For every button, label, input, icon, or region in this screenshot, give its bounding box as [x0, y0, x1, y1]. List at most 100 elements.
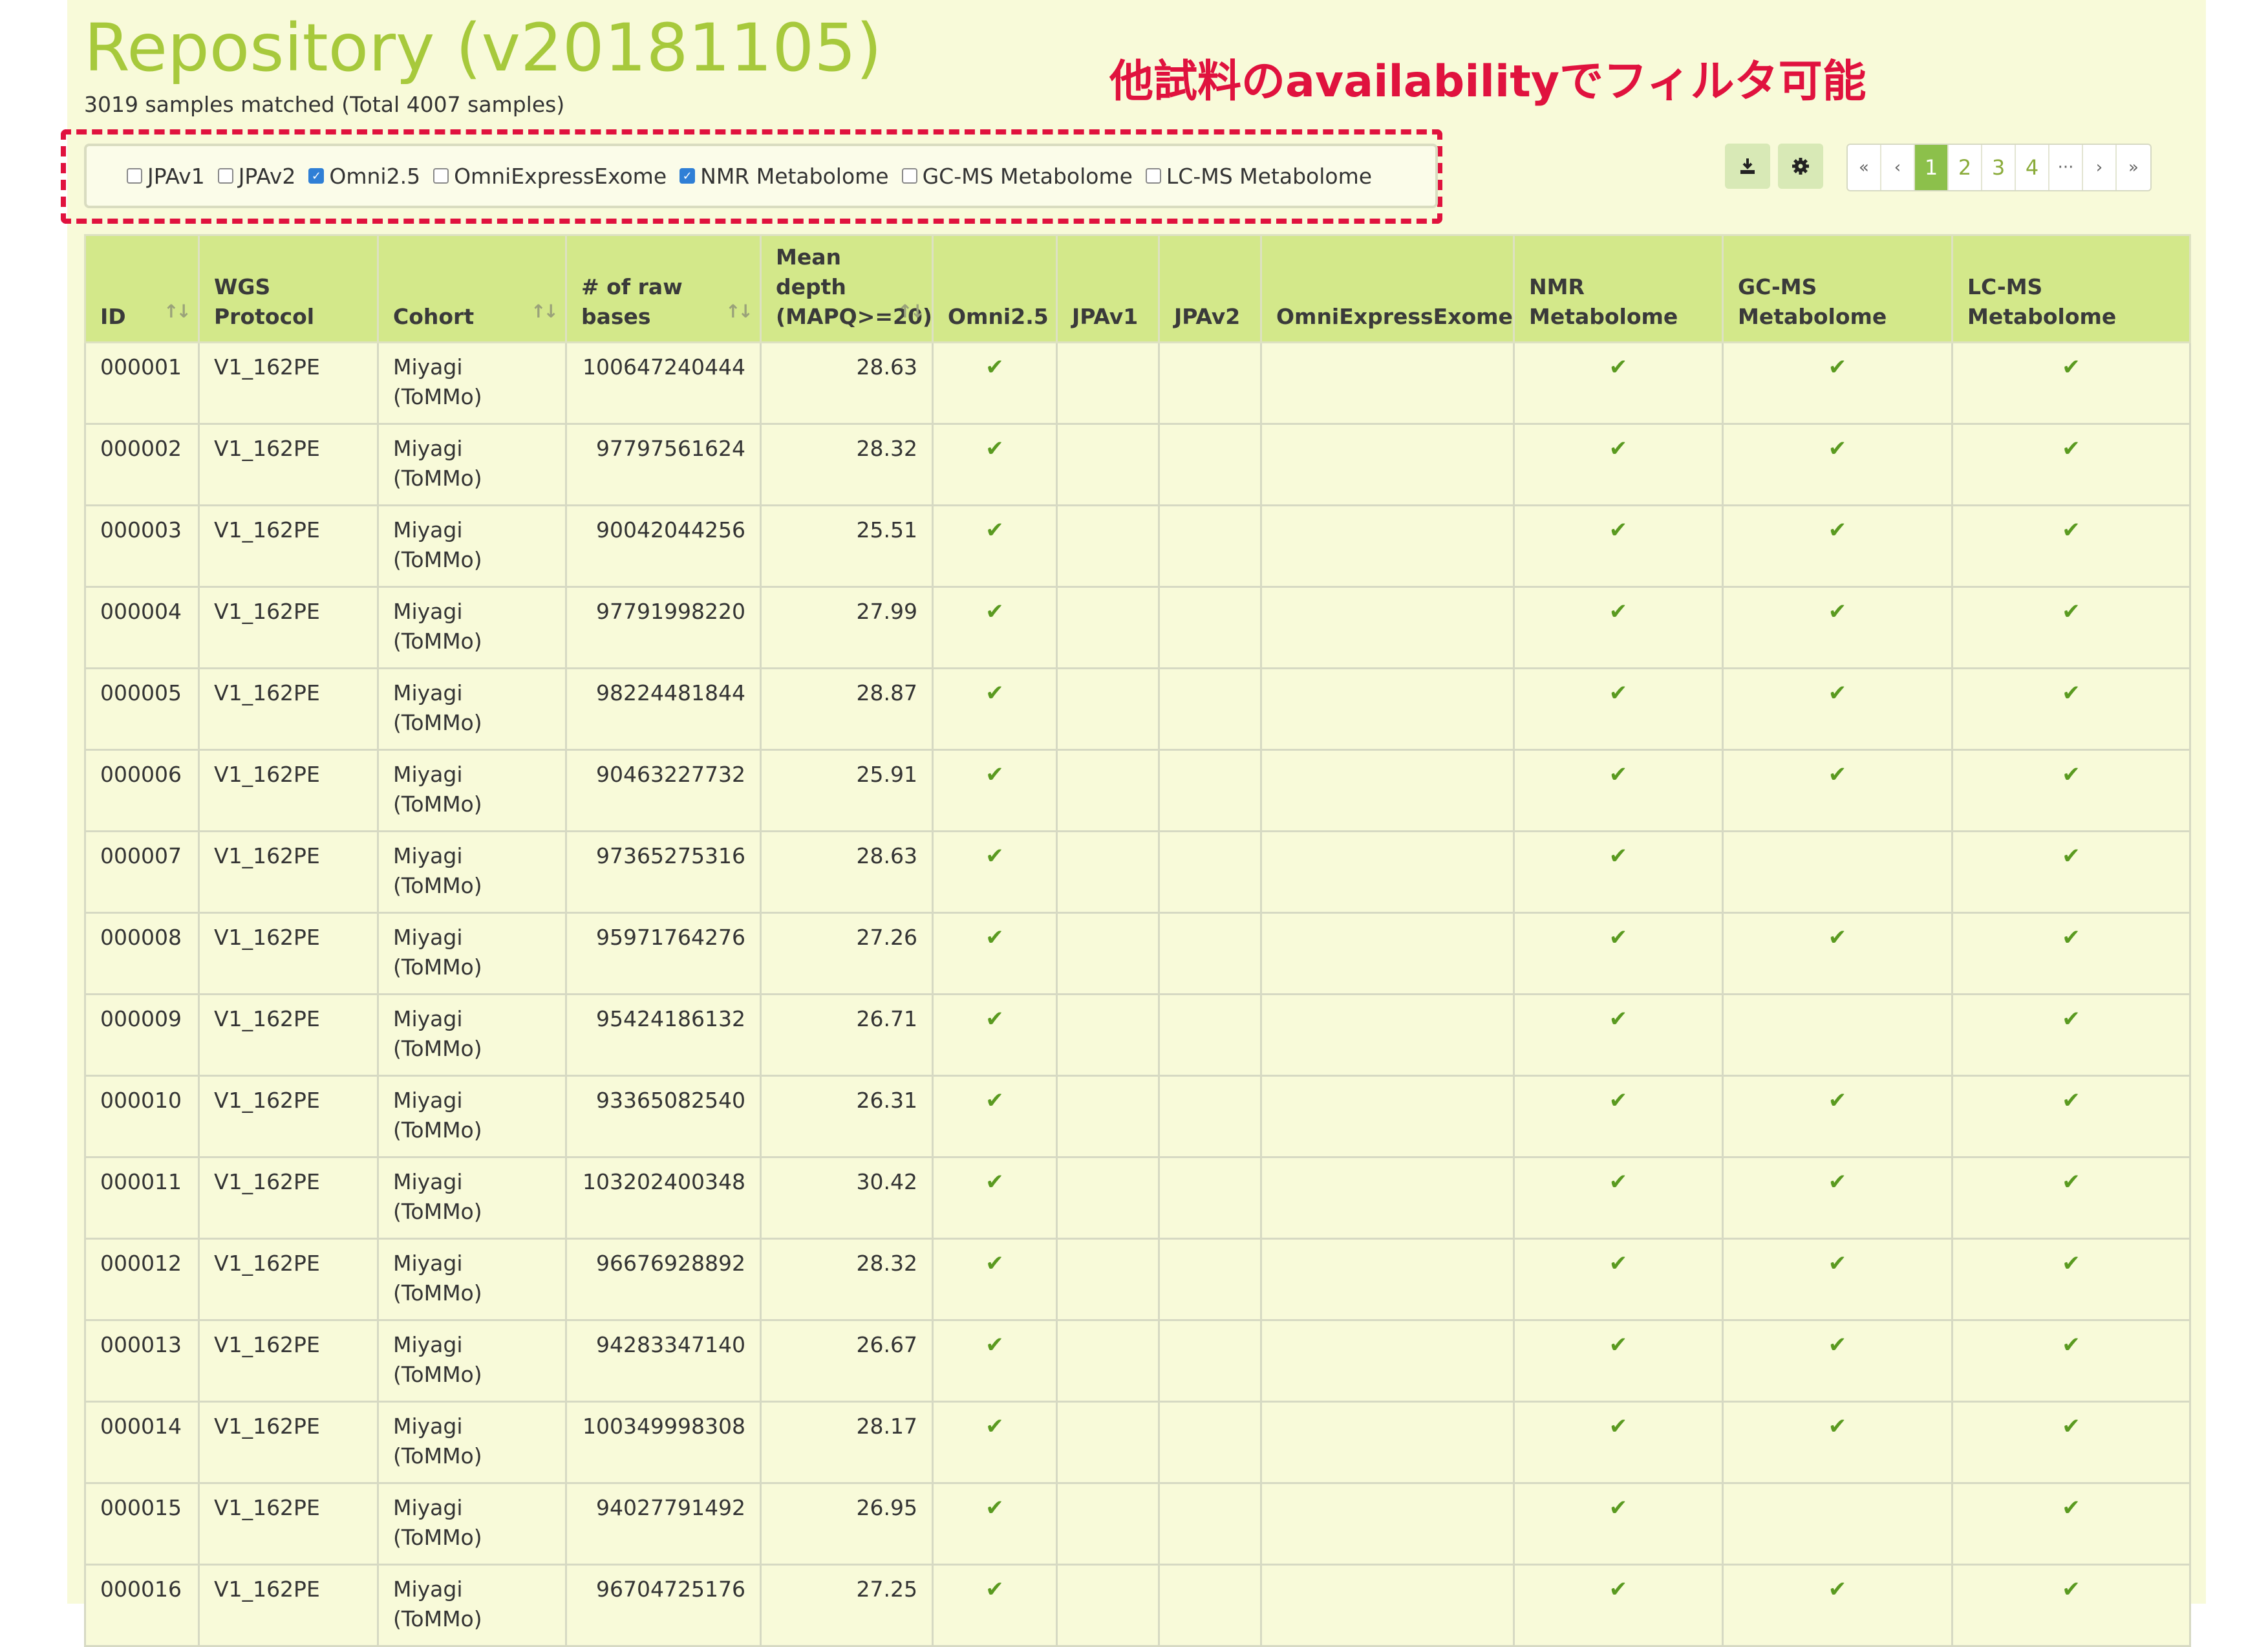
availability-cell-oee [1260, 504, 1515, 588]
sample-id-cell: 000004 [84, 585, 200, 669]
column-header-label: # of raw bases [581, 274, 683, 330]
check-icon: ✔ [1609, 1413, 1628, 1439]
filter-checkbox[interactable] [433, 168, 449, 184]
sort-icon[interactable]: ↑↓ [725, 299, 753, 324]
availability-cell-omni: ✔ [932, 1237, 1058, 1321]
availability-cell-jpav1 [1056, 748, 1160, 832]
page-button-1[interactable]: 1 [1915, 145, 1949, 190]
filter-omni2-5[interactable]: ✓ Omni2.5 [308, 164, 420, 189]
column-header-label: NMR Metabolome [1529, 274, 1678, 330]
check-icon: ✔ [1609, 1006, 1628, 1032]
filter-checkbox[interactable] [901, 168, 917, 184]
table-row[interactable]: 000004 V1_162PE Miyagi (ToMMo) 97791998220 2… [84, 585, 2191, 669]
availability-cell-nmr: ✔ [1513, 1400, 1724, 1484]
sort-icon[interactable]: ↑↓ [531, 299, 559, 324]
availability-cell-jpav1 [1056, 993, 1160, 1077]
pagination-ellipsis[interactable]: ··· [2049, 145, 2083, 190]
table-row[interactable]: 000003 V1_162PE Miyagi (ToMMo) 90042044256 2… [84, 504, 2191, 588]
filter-omniexpressexome[interactable]: OmniExpressExome [433, 164, 667, 189]
filter-gc-ms-metabolome[interactable]: GC-MS Metabolome [901, 164, 1133, 189]
page-button-4[interactable]: 4 [2016, 145, 2049, 190]
availability-cell-oee [1260, 1319, 1515, 1403]
check-icon: ✔ [1609, 1087, 1628, 1114]
availability-cell-jpav2 [1158, 1156, 1262, 1240]
check-icon: ✔ [1609, 924, 1628, 951]
cohort-cell: Miyagi (ToMMo) [377, 1563, 567, 1647]
availability-cell-nmr: ✔ [1513, 1563, 1724, 1647]
availability-cell-nmr: ✔ [1513, 911, 1724, 995]
page-button-2[interactable]: 2 [1949, 145, 1982, 190]
first-page-button[interactable]: « [1848, 145, 1881, 190]
filter-jpav2[interactable]: JPAv2 [217, 164, 295, 189]
filter-jpav1[interactable]: JPAv1 [127, 164, 205, 189]
next-page-button[interactable]: › [2083, 145, 2117, 190]
table-row[interactable]: 000010 V1_162PE Miyagi (ToMMo) 93365082540 2… [84, 1074, 2191, 1158]
table-row[interactable]: 000005 V1_162PE Miyagi (ToMMo) 98224481844 2… [84, 667, 2191, 751]
filter-lc-ms-metabolome[interactable]: LC-MS Metabolome [1145, 164, 1372, 189]
sample-id-cell: 000016 [84, 1563, 200, 1647]
table-row[interactable]: 000011 V1_162PE Miyagi (ToMMo) 103202400348… [84, 1156, 2191, 1240]
mean-depth-cell: 26.67 [760, 1319, 934, 1403]
availability-cell-jpav1 [1056, 1237, 1160, 1321]
cohort-cell: Miyagi (ToMMo) [377, 993, 567, 1077]
table-row[interactable]: 000002 V1_162PE Miyagi (ToMMo) 97797561624 2… [84, 422, 2191, 506]
check-icon: ✔ [985, 435, 1004, 462]
availability-cell-jpav1 [1056, 341, 1160, 425]
availability-cell-nmr: ✔ [1513, 748, 1724, 832]
availability-cell-lcms: ✔ [1951, 1319, 2191, 1403]
mean-depth-cell: 25.51 [760, 504, 934, 588]
table-row[interactable]: 000016 V1_162PE Miyagi (ToMMo) 96704725176 2… [84, 1563, 2191, 1647]
availability-cell-jpav2 [1158, 1563, 1262, 1647]
availability-cell-lcms: ✔ [1951, 1237, 2191, 1321]
prev-page-button[interactable]: ‹ [1881, 145, 1915, 190]
availability-cell-jpav1 [1056, 1156, 1160, 1240]
mean-depth-cell: 30.42 [760, 1156, 934, 1240]
availability-cell-jpav2 [1158, 993, 1262, 1077]
column-header[interactable]: Mean depth (MAPQ>=20) ↑↓ [760, 234, 934, 343]
table-row[interactable]: 000015 V1_162PE Miyagi (ToMMo) 94027791492 2… [84, 1481, 2191, 1566]
availability-cell-lcms: ✔ [1951, 1563, 2191, 1647]
availability-cell-omni: ✔ [932, 830, 1058, 914]
page-button-3[interactable]: 3 [1982, 145, 2016, 190]
filter-checkbox[interactable] [217, 168, 233, 184]
column-header[interactable]: # of raw bases ↑↓ [565, 234, 762, 343]
table-row[interactable]: 000009 V1_162PE Miyagi (ToMMo) 95424186132 2… [84, 993, 2191, 1077]
column-header-label: ID [100, 304, 126, 330]
download-button[interactable] [1725, 144, 1770, 189]
filter-checkbox[interactable]: ✓ [308, 168, 325, 184]
filter-checkbox[interactable] [127, 168, 142, 184]
check-icon: ✔ [2062, 924, 2081, 951]
table-row[interactable]: 000014 V1_162PE Miyagi (ToMMo) 100349998308… [84, 1400, 2191, 1484]
availability-cell-oee [1260, 993, 1515, 1077]
check-icon: ✔ [2062, 1250, 2081, 1276]
table-row[interactable]: 000007 V1_162PE Miyagi (ToMMo) 97365275316 2… [84, 830, 2191, 914]
page-title: Repository (v20181105) [84, 10, 882, 87]
table-row[interactable]: 000008 V1_162PE Miyagi (ToMMo) 95971764276 2… [84, 911, 2191, 995]
column-header[interactable]: ID ↑↓ [84, 234, 200, 343]
protocol-cell: V1_162PE [198, 504, 379, 588]
settings-button[interactable] [1778, 144, 1823, 189]
column-header[interactable]: Cohort ↑↓ [377, 234, 567, 343]
check-icon: ✔ [1609, 1576, 1628, 1602]
column-header: WGS Protocol [198, 234, 379, 343]
table-row[interactable]: 000001 V1_162PE Miyagi (ToMMo) 100647240444… [84, 341, 2191, 425]
check-icon: ✔ [1828, 761, 1847, 788]
filter-nmr-metabolome[interactable]: ✓ NMR Metabolome [679, 164, 889, 189]
last-page-button[interactable]: » [2117, 145, 2150, 190]
filter-checkbox[interactable]: ✓ [679, 168, 696, 184]
raw-bases-cell: 96704725176 [565, 1563, 762, 1647]
sort-icon[interactable]: ↑↓ [897, 299, 925, 324]
table-row[interactable]: 000006 V1_162PE Miyagi (ToMMo) 90463227732 2… [84, 748, 2191, 832]
mean-depth-cell: 28.87 [760, 667, 934, 751]
check-icon: ✔ [1828, 1087, 1847, 1114]
availability-cell-lcms: ✔ [1951, 1481, 2191, 1566]
availability-cell-omni: ✔ [932, 1074, 1058, 1158]
availability-cell-gcms: ✔ [1722, 911, 1953, 995]
table-row[interactable]: 000012 V1_162PE Miyagi (ToMMo) 96676928892 2… [84, 1237, 2191, 1321]
column-header-label: LC-MS Metabolome [1967, 274, 2117, 330]
availability-cell-oee [1260, 1156, 1515, 1240]
table-row[interactable]: 000013 V1_162PE Miyagi (ToMMo) 94283347140 2… [84, 1319, 2191, 1403]
availability-cell-gcms [1722, 1481, 1953, 1566]
sort-icon[interactable]: ↑↓ [164, 299, 191, 324]
filter-checkbox[interactable] [1145, 168, 1161, 184]
